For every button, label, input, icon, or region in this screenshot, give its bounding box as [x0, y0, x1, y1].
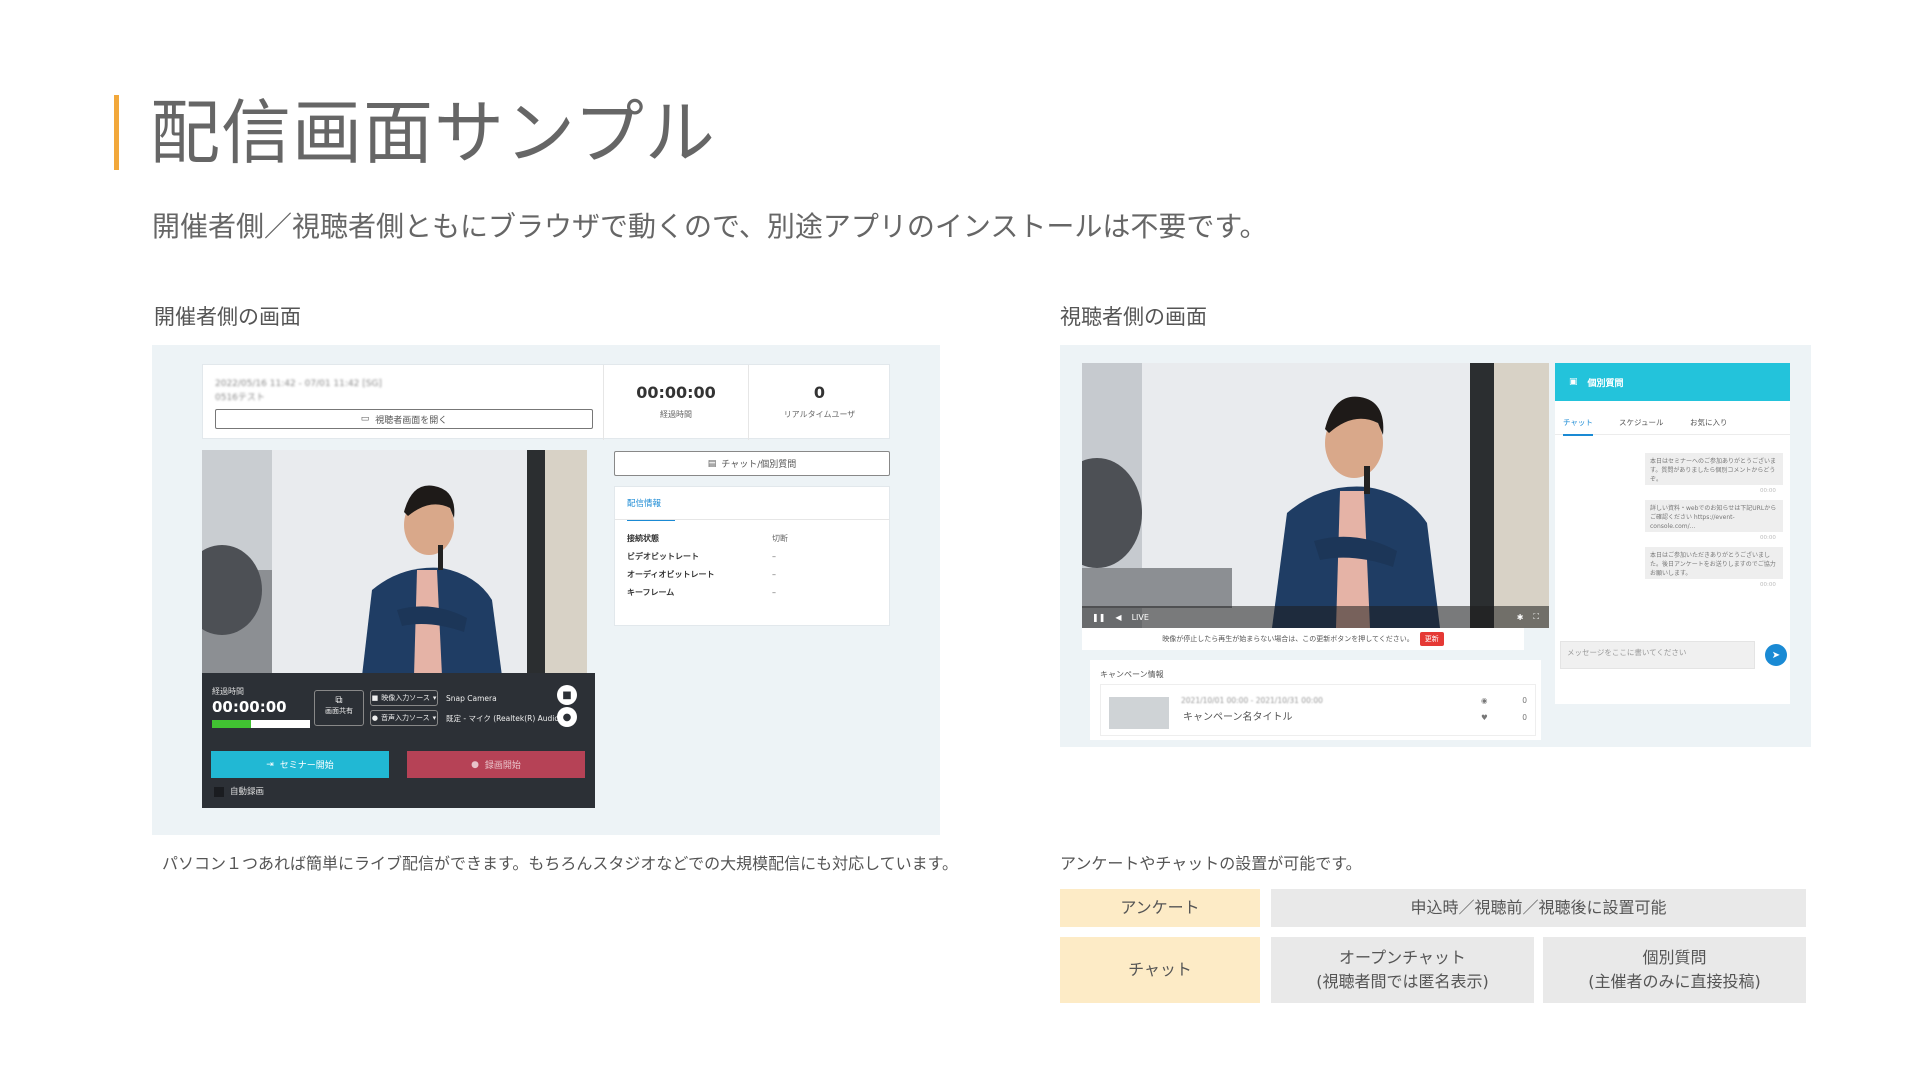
pause-icon[interactable]: ❚❚ — [1092, 613, 1105, 622]
table-cell: 申込時／視聴前／視聴後に設置可能 — [1271, 889, 1806, 927]
chat-tabs: チャット スケジュール お気に入り — [1555, 413, 1790, 436]
speaker-photo — [202, 450, 587, 676]
event-date-range: 2022/05/16 11:42 - 07/01 11:42 [SG] — [215, 379, 382, 389]
chat-message: 本日はセミナーへのご参加ありがとうございます。質問がありましたら個別コメントから… — [1645, 453, 1783, 485]
host-caption: パソコン１つあれば簡単にライブ配信ができます。もちろんスタジオなどでの大規模配信… — [162, 854, 959, 873]
viewer-chat-panel: ▣ 個別質問 チャット スケジュール お気に入り 本日はセミナーへのご参加ありが… — [1555, 363, 1790, 704]
chevron-down-icon: ▾ — [432, 694, 437, 702]
tab-stream-info[interactable]: 配信情報 — [627, 498, 675, 521]
audio-device-name: 既定 - マイク (Realtek(R) Audio) — [446, 714, 562, 723]
elapsed-time-stat: 00:00:00 経過時間 — [603, 365, 748, 440]
broadcast-elapsed-time: 00:00:00 — [212, 698, 287, 716]
screen-share-button[interactable]: ⧉ 画面共有 — [314, 690, 364, 726]
page-subtitle: 開催者側／視聴者側ともにブラウザで動くので、別途アプリのインストールは不要です。 — [152, 210, 1268, 243]
chat-message-time: 00:00 — [1760, 535, 1776, 541]
video-camera-icon: ■ — [562, 689, 572, 701]
campaign-likes: ♥ 0 — [1481, 713, 1527, 722]
refresh-button[interactable]: 更新 — [1419, 632, 1444, 646]
host-camera-preview — [202, 450, 587, 676]
auto-record-toggle[interactable]: 自動録画 — [214, 786, 264, 798]
title-accent-bar — [114, 95, 119, 170]
send-button[interactable]: ➤ — [1765, 644, 1787, 666]
camera-toggle-button[interactable]: ■ — [557, 685, 577, 705]
campaign-name: キャンペーン名タイトル — [1183, 712, 1293, 723]
playback-notice: 映像が停止したら再生が始まらない場合は、この更新ボタンを押してください。 更新 — [1082, 628, 1524, 650]
viewer-screenshot: ❚❚ ◀ LIVE ✱ ⛶ 映像が停止したら再生が始まらない場合は、この更新ボタ… — [1060, 345, 1811, 747]
settings-gear-icon[interactable]: ✱ — [1517, 613, 1524, 622]
chat-message: 本日はご参加いただきありがとうございました。後日アンケートをお送りしますのでご協… — [1645, 547, 1783, 579]
event-name: 0516テスト — [215, 393, 265, 403]
chat-message-input[interactable]: メッセージをここに書いてください — [1560, 641, 1755, 669]
mic-toggle-button[interactable]: ● — [557, 707, 577, 727]
audio-source-dropdown[interactable]: ● 音声入力ソース ▾ — [370, 710, 438, 726]
campaign-views: ◉ 0 — [1481, 696, 1527, 705]
stream-info-row: 接続状態 切断 — [627, 534, 788, 543]
tab-chat[interactable]: チャット — [1563, 417, 1593, 436]
video-device-name: Snap Camera — [446, 694, 497, 703]
stream-info-row: キーフレーム – — [627, 588, 776, 597]
send-icon: ➤ — [1771, 649, 1781, 661]
host-section-label: 開催者側の画面 — [154, 305, 301, 329]
eye-icon: ◉ — [1481, 696, 1488, 705]
viewer-section-label: 視聴者側の画面 — [1060, 305, 1207, 329]
page-title: 配信画面サンプル — [150, 92, 716, 174]
microphone-icon: ● — [562, 711, 572, 723]
monitor-icon: ▭ — [360, 414, 370, 424]
seminar-start-button[interactable]: ⇥ セミナー開始 — [211, 751, 389, 778]
auto-record-checkbox[interactable] — [214, 787, 224, 797]
tab-schedule[interactable]: スケジュール — [1619, 417, 1663, 429]
campaign-info-panel: キャンペーン情報 2021/10/01 00:00 - 2021/10/31 0… — [1090, 660, 1541, 740]
realtime-users-stat: 0 リアルタイムユーザ — [748, 365, 890, 440]
volume-icon[interactable]: ◀ — [1115, 613, 1121, 622]
host-screenshot: 2022/05/16 11:42 - 07/01 11:42 [SG] 0516… — [152, 345, 940, 835]
audio-level-meter — [212, 720, 310, 728]
chevron-down-icon: ▾ — [432, 714, 437, 722]
camera-icon: ■ — [371, 694, 379, 702]
microphone-icon: ● — [371, 714, 378, 722]
campaign-thumbnail — [1109, 697, 1169, 729]
chat-bubble-icon: ▤ — [707, 458, 717, 469]
table-cell: 個別質問 (主催者のみに直接投稿) — [1543, 937, 1806, 1003]
live-label: LIVE — [1131, 612, 1149, 622]
viewer-video-player: ❚❚ ◀ LIVE ✱ ⛶ — [1082, 363, 1549, 628]
stream-info-row: オーディオビットレート – — [627, 570, 776, 579]
chat-message-time: 00:00 — [1760, 488, 1776, 494]
record-dot-icon: ● — [471, 759, 479, 770]
player-control-bar: ❚❚ ◀ LIVE ✱ ⛶ — [1082, 606, 1549, 628]
campaign-header: キャンペーン情報 — [1100, 670, 1164, 679]
broadcast-control-bar: 経過時間 00:00:00 ⧉ 画面共有 ■ 映像入力ソース ▾ ● 音声入力ソ… — [202, 673, 595, 808]
campaign-card[interactable]: 2021/10/01 00:00 - 2021/10/31 00:00 キャンペ… — [1100, 684, 1536, 736]
heart-icon: ♥ — [1481, 713, 1488, 722]
table-row-head: チャット — [1060, 937, 1260, 1003]
record-start-button[interactable]: ● 録画開始 — [407, 751, 585, 778]
campaign-date: 2021/10/01 00:00 - 2021/10/31 00:00 — [1181, 696, 1323, 705]
stream-info-row: ビデオビットレート – — [627, 552, 776, 561]
chat-message-time: 00:00 — [1760, 582, 1776, 588]
chat-panel-header: ▣ 個別質問 — [1555, 363, 1790, 401]
viewer-caption: アンケートやチャットの設置が可能です。 — [1060, 854, 1362, 873]
speaker-photo — [1082, 363, 1549, 628]
video-source-dropdown[interactable]: ■ 映像入力ソース ▾ — [370, 690, 438, 706]
table-row-head: アンケート — [1060, 889, 1260, 927]
open-viewer-button[interactable]: ▭ 視聴者画面を開く — [215, 409, 593, 429]
tab-favorites[interactable]: お気に入り — [1690, 417, 1728, 429]
chat-question-button[interactable]: ▤ チャット/個別質問 — [614, 451, 890, 476]
screen-share-icon: ⧉ — [335, 695, 343, 706]
host-event-header: 2022/05/16 11:42 - 07/01 11:42 [SG] 0516… — [202, 364, 890, 440]
person-card-icon: ▣ — [1569, 377, 1578, 387]
stream-info-panel: 配信情報 接続状態 切断 ビデオビットレート – オーディオビットレート – キーフレ… — [614, 486, 890, 626]
broadcast-icon: ⇥ — [266, 759, 274, 770]
fullscreen-icon[interactable]: ⛶ — [1533, 612, 1539, 622]
chat-message: 詳しい資料・webでのお知らせは下記URLからご確認ください https://e… — [1645, 500, 1783, 532]
table-cell: オープンチャット (視聴者間では匿名表示) — [1271, 937, 1534, 1003]
